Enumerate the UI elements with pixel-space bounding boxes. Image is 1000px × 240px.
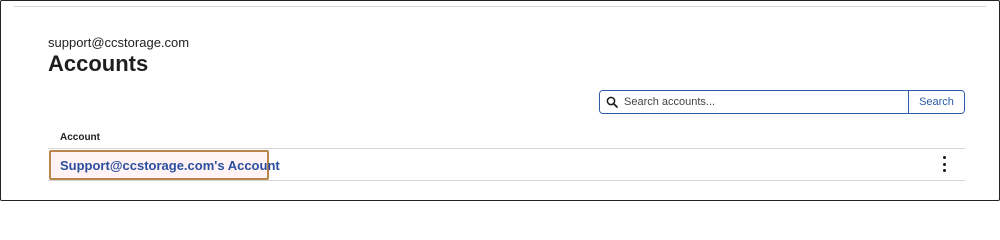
search-field[interactable] [600,91,908,113]
search-button[interactable]: Search [908,91,964,113]
table-row-divider [48,180,965,181]
search-icon [606,96,618,108]
account-link-highlight: Support@ccstorage.com's Account [49,150,280,180]
table-row: Support@ccstorage.com's Account [48,149,965,180]
column-header-account[interactable]: Account [60,132,100,143]
top-divider [14,6,986,7]
page-title: Accounts [48,51,149,76]
more-vertical-icon[interactable] [939,156,949,172]
account-link[interactable]: Support@ccstorage.com's Account [60,158,280,173]
user-email: support@ccstorage.com [48,35,190,50]
search-input[interactable] [624,96,908,108]
search-bar: Search [599,90,965,114]
